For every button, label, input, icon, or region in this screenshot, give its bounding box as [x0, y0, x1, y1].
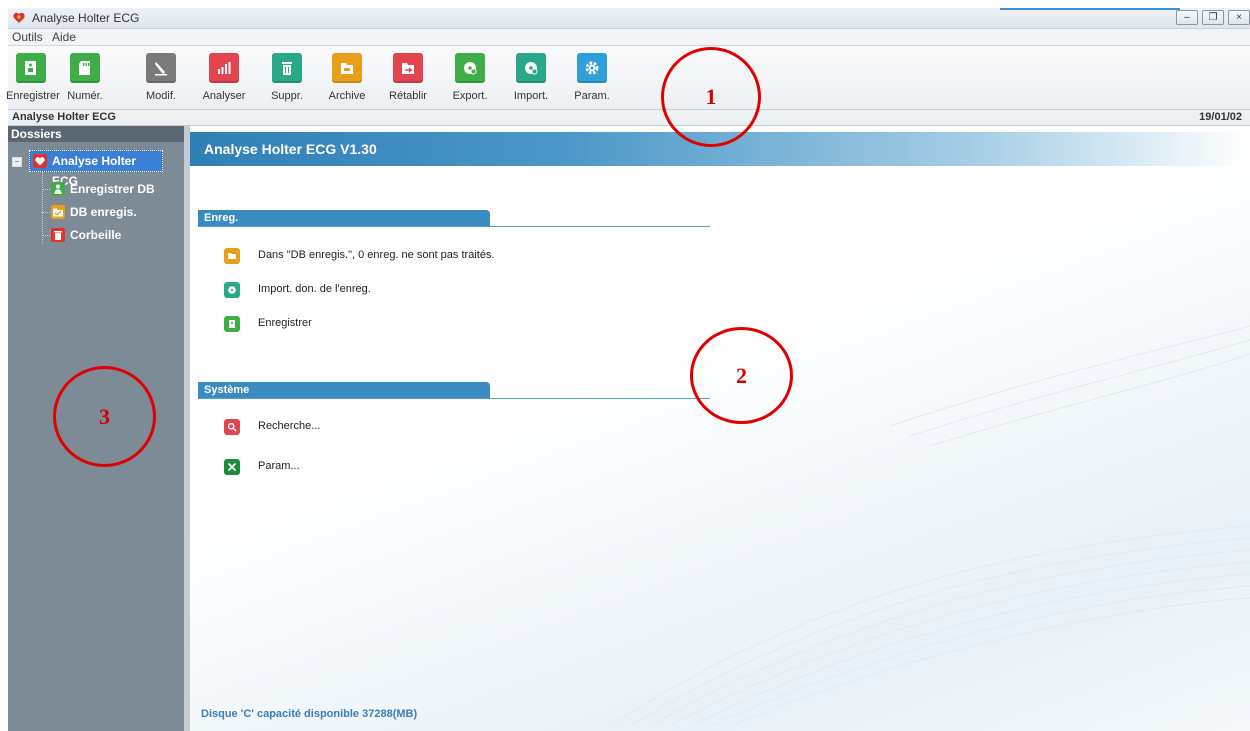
- toolbar-numer-label: Numér.: [67, 90, 103, 102]
- disk-capacity-text: Disque 'C' capacité disponible 37288(MB): [201, 708, 418, 720]
- toolbar-suppr-label: Suppr.: [271, 90, 303, 102]
- edit-pencil-icon: [146, 53, 176, 83]
- sd-card-icon: [70, 53, 100, 83]
- record-icon: [16, 53, 46, 83]
- toolbar-enregistrer-label: Enregistrer: [6, 90, 60, 102]
- restore-button[interactable]: ❐: [1202, 10, 1224, 25]
- minimize-button[interactable]: –: [1176, 10, 1198, 25]
- tree-item-db-enregis[interactable]: DB enregis.: [48, 203, 137, 221]
- toolbar-suppr-button[interactable]: Suppr.: [262, 51, 312, 107]
- heart-icon: [33, 154, 47, 168]
- toolbar-analyser-button[interactable]: Analyser: [199, 51, 249, 107]
- toolbar-retablir-label: Rétablir: [389, 90, 427, 102]
- main-panel: Analyse Holter ECG V1.30 Enreg. Dans "DB…: [190, 126, 1250, 731]
- toolbar-export-label: Export.: [452, 90, 488, 102]
- import-disc-icon: [224, 282, 240, 298]
- tree-collapse-toggle[interactable]: −: [12, 157, 22, 167]
- annotation-circle-1: 1: [661, 47, 761, 147]
- link-label: Recherche...: [258, 420, 321, 432]
- export-disc-icon: [455, 53, 485, 83]
- toolbar-import-label: Import.: [513, 90, 549, 102]
- restore-folder-icon: [393, 53, 423, 83]
- toolbar-enregistrer-button[interactable]: Enregistrer: [6, 51, 60, 107]
- toolbar-modif-button[interactable]: Modif.: [136, 51, 186, 107]
- tree-item-corbeille[interactable]: Corbeille: [48, 226, 121, 244]
- trash-icon: [51, 228, 65, 242]
- search-icon: [224, 419, 240, 435]
- section-enreg-header: Enreg.: [198, 210, 490, 227]
- title-accent-line: [1000, 8, 1180, 10]
- toolbar-import-button[interactable]: Import.: [506, 51, 556, 107]
- main-title: Analyse Holter ECG V1.30: [204, 141, 377, 157]
- status-date: 19/01/02: [1199, 111, 1242, 123]
- link-label: Dans "DB enregis.", 0 enreg. ne sont pas…: [258, 249, 495, 261]
- menu-bar: Outils Aide: [8, 29, 1250, 46]
- toolbar-analyser-label: Analyser: [202, 90, 246, 102]
- archive-folder-icon: [332, 53, 362, 83]
- tree-item-enregistrer-db[interactable]: Enregistrer DB: [48, 180, 155, 198]
- menu-aide[interactable]: Aide: [52, 30, 76, 44]
- toolbar-export-button[interactable]: Export.: [445, 51, 495, 107]
- link-label: Param...: [258, 460, 300, 472]
- window-title: Analyse Holter ECG: [32, 11, 140, 25]
- gear-icon: [577, 53, 607, 83]
- toolbar-numer-button[interactable]: Numér.: [60, 51, 110, 107]
- main-toolbar: Enregistrer Numér. Modif. Analyser Suppr…: [6, 46, 1250, 110]
- toolbar-archive-button[interactable]: Archive: [322, 51, 372, 107]
- tools-icon: [224, 459, 240, 475]
- person-icon: [51, 182, 65, 196]
- sidebar-header: Dossiers: [8, 126, 184, 142]
- close-button[interactable]: ×: [1228, 10, 1250, 25]
- tree-connector: [42, 172, 43, 244]
- app-heart-icon: [13, 12, 25, 23]
- folder-icon: [224, 248, 240, 264]
- status-row: Analyse Holter ECG 19/01/02: [8, 110, 1250, 126]
- title-bar: Analyse Holter ECG – ❐ ×: [8, 8, 1250, 29]
- menu-outils[interactable]: Outils: [12, 30, 43, 44]
- tree-root-analyse-holter-ecg[interactable]: Analyse Holter ECG: [29, 150, 163, 188]
- annotation-circle-2: 2: [690, 327, 793, 424]
- link-label: Import. don. de l'enreg.: [258, 283, 371, 295]
- link-label: Enregistrer: [258, 317, 312, 329]
- toolbar-archive-label: Archive: [328, 90, 366, 102]
- toolbar-retablir-button[interactable]: Rétablir: [383, 51, 433, 107]
- section-systeme-header: Système: [198, 382, 490, 399]
- section-divider: [198, 398, 710, 399]
- bar-chart-icon: [209, 53, 239, 83]
- folder-icon: [51, 205, 65, 219]
- toolbar-param-label: Param.: [574, 90, 610, 102]
- tree-item-label: Enregistrer DB: [70, 182, 155, 196]
- toolbar-modif-label: Modif.: [146, 90, 176, 102]
- annotation-circle-3: 3: [53, 366, 156, 467]
- toolbar-param-button[interactable]: Param.: [567, 51, 617, 107]
- import-disc-icon: [516, 53, 546, 83]
- trash-icon: [272, 53, 302, 83]
- tree-item-label: DB enregis.: [70, 205, 137, 219]
- tree-item-label: Corbeille: [70, 228, 122, 242]
- section-divider: [198, 226, 710, 227]
- record-icon: [224, 316, 240, 332]
- status-label: Analyse Holter ECG: [12, 111, 116, 123]
